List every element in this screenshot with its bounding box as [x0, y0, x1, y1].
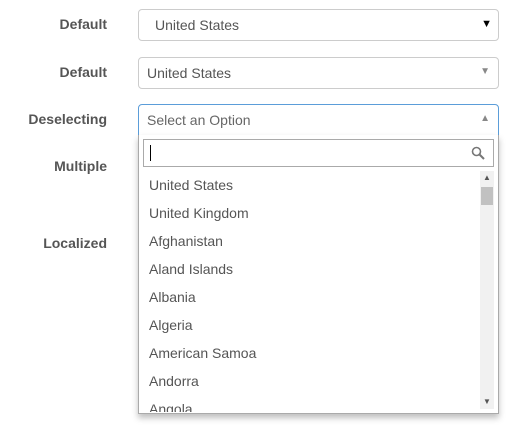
dropdown-search — [143, 139, 494, 167]
list-item[interactable]: Aland Islands — [139, 255, 479, 283]
scroll-down-icon[interactable]: ▼ — [480, 395, 494, 409]
search-input[interactable] — [144, 140, 476, 166]
list-item[interactable]: Angola — [139, 395, 479, 412]
select-value: United States — [147, 65, 232, 81]
list-item[interactable]: Afghanistan — [139, 227, 479, 255]
field-label-default-2: Default — [59, 64, 107, 80]
field-label-deselecting: Deselecting — [28, 111, 107, 127]
dropdown-arrow-icon: ▼ — [481, 18, 492, 30]
select-value: United States — [155, 17, 240, 33]
search-icon — [471, 146, 485, 160]
field-label-multiple: Multiple — [54, 158, 107, 174]
scroll-up-icon[interactable]: ▲ — [480, 171, 494, 185]
scrollbar-thumb[interactable] — [481, 187, 493, 205]
default-native-select[interactable]: United States ▼ — [138, 9, 499, 41]
list-item[interactable]: Andorra — [139, 367, 479, 395]
dropdown-panel: United States United Kingdom Afghanistan… — [138, 135, 499, 414]
list-item[interactable]: American Samoa — [139, 339, 479, 367]
chevron-down-icon: ▼ — [480, 66, 490, 77]
scrollbar[interactable]: ▲ ▼ — [480, 171, 494, 409]
select-placeholder: Select an Option — [147, 112, 251, 128]
list-item[interactable]: United States — [139, 171, 479, 199]
field-label-localized: Localized — [43, 235, 107, 251]
options-list: United States United Kingdom Afghanistan… — [139, 171, 479, 412]
text-caret — [150, 145, 151, 161]
chevron-up-icon: ▲ — [480, 113, 490, 124]
list-item[interactable]: Algeria — [139, 311, 479, 339]
list-item[interactable]: United Kingdom — [139, 199, 479, 227]
deselecting-select[interactable]: Select an Option ▲ — [138, 104, 499, 136]
list-item[interactable]: Albania — [139, 283, 479, 311]
default-select2[interactable]: United States ▼ — [138, 57, 499, 89]
field-label-default-1: Default — [59, 16, 107, 32]
